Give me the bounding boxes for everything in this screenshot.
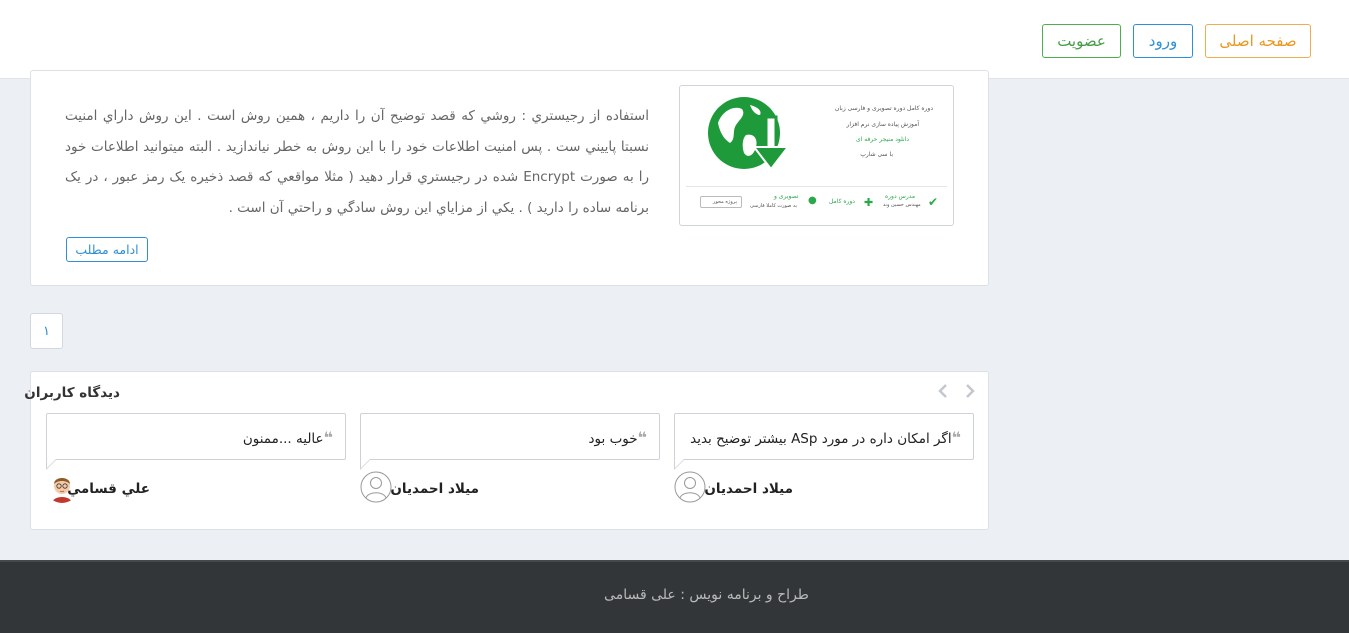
comment-bubble: ❝عاليه ...ممنون <box>46 413 346 470</box>
thumb-video: تصویری و <box>774 193 799 200</box>
pagination-page-1[interactable]: ۱ <box>30 313 63 349</box>
bubble-tail-inner <box>47 459 56 468</box>
next-arrow-icon[interactable] <box>960 382 978 400</box>
comment-text-body: خوب بود <box>588 431 638 447</box>
thumb-line-1: دوره کامل دوره تصویری و فارسی زبان <box>834 105 933 112</box>
comment-author: ميلاد احمديان <box>704 481 793 497</box>
comment-author: علي قسامي <box>67 481 150 497</box>
post-excerpt: استفاده از رجيستري : روشي که قصد توضيح آ… <box>65 108 649 216</box>
thumb-project: پروژه محور <box>712 199 737 205</box>
top-navbar: صفحه اصلی ورود عضويت <box>0 0 1349 79</box>
comments-title: ديدگاه کاربران <box>24 385 120 401</box>
comment-text: ❝عاليه ...ممنون <box>243 428 333 447</box>
footer-credit: طراح و برنامه نويس : علی قسامی <box>604 587 809 603</box>
microphone-icon: ● <box>808 195 817 206</box>
puzzle-icon: ✚ <box>864 196 874 209</box>
register-button[interactable]: عضويت <box>1042 24 1121 58</box>
thumb-line-2: آموزش پیاده سازی نرم افزار <box>846 121 919 128</box>
comment-text: ❝خوب بود <box>589 428 647 447</box>
comment-text-body: اگر امکان داره در مورد ASp بيشتر توضيح ب… <box>690 431 952 447</box>
post-thumbnail[interactable]: دوره کامل دوره تصویری و فارسی زبان آموزش… <box>679 85 954 226</box>
default-user-icon <box>360 471 392 503</box>
read-more-button[interactable]: ادامه مطلب <box>66 237 148 262</box>
thumb-line-3: دانلود منیجر حرفه ای <box>856 136 909 143</box>
bubble-tail-inner <box>675 459 684 468</box>
comment-text: ❝اگر امکان داره در مورد ASp بيشتر توضيح … <box>690 428 961 447</box>
thumb-project-badge: پروژه محور <box>700 196 742 208</box>
home-button[interactable]: صفحه اصلی <box>1205 24 1311 58</box>
comment-bubble: ❝اگر امکان داره در مورد ASp بيشتر توضيح … <box>674 413 974 470</box>
thumb-divider <box>686 186 947 187</box>
default-user-icon <box>674 471 706 503</box>
thumb-full-course: دوره کامل <box>829 198 855 205</box>
footer: طراح و برنامه نويس : علی قسامی <box>0 560 1349 633</box>
thumb-teacher-name: مهندس حسین وند <box>883 202 921 208</box>
quote-icon: ❝ <box>951 428 961 447</box>
post-card: دوره کامل دوره تصویری و فارسی زبان آموزش… <box>30 70 989 286</box>
comment-text-body: عاليه ...ممنون <box>242 431 324 447</box>
login-button[interactable]: ورود <box>1133 24 1193 58</box>
quote-icon: ❝ <box>637 428 647 447</box>
teacher-check-icon: ✔ <box>928 195 939 209</box>
quote-icon: ❝ <box>323 428 333 447</box>
download-globe-icon <box>708 97 791 171</box>
bubble-tail-inner <box>361 459 370 468</box>
prev-arrow-icon[interactable] <box>935 382 953 400</box>
thumb-teacher: مدرس دوره <box>885 193 916 200</box>
thumb-line-4: با سی شارپ <box>860 151 893 158</box>
thumb-video-sub: به صورت کاملا فارسی <box>750 203 798 209</box>
comment-bubble: ❝خوب بود <box>360 413 660 470</box>
comments-section: ديدگاه کاربران ❝اگر امکان داره در مورد A… <box>24 371 989 530</box>
comment-author: ميلاد احمديان <box>390 481 479 497</box>
